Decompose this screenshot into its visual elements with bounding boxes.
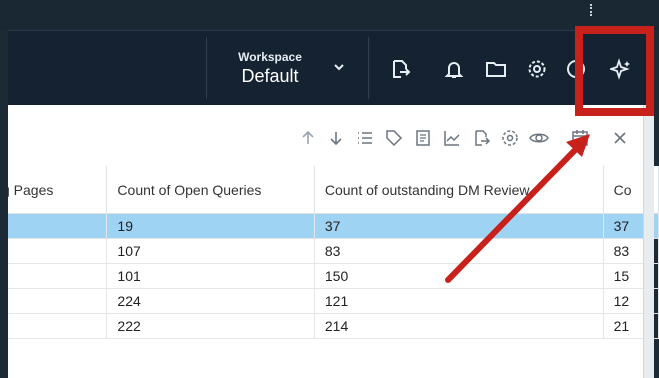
table-row[interactable]: 19 37 37	[8, 213, 659, 239]
tag-icon[interactable]	[384, 128, 404, 148]
table-cell	[8, 313, 108, 339]
close-icon[interactable]	[610, 128, 630, 148]
sort-descending-icon[interactable]	[326, 128, 346, 148]
highlight-box	[575, 26, 654, 116]
list-icon[interactable]	[355, 128, 375, 148]
bell-icon[interactable]	[443, 58, 465, 80]
column-header-outstanding-dm-review[interactable]: Count of outstanding DM Review	[314, 166, 604, 214]
view-icon[interactable]	[529, 128, 549, 148]
table-row[interactable]: 222 214 21	[8, 313, 659, 339]
settings-icon[interactable]	[526, 58, 548, 80]
table-cell	[8, 263, 108, 289]
table-cell	[8, 238, 108, 264]
workspace-value[interactable]: Default	[230, 66, 310, 87]
top-strip	[0, 0, 659, 30]
table-row[interactable]: 107 83 83	[8, 238, 659, 264]
table-row[interactable]: 224 121 12	[8, 288, 659, 314]
workspace-label: Workspace	[238, 50, 302, 64]
table-cell: 224	[106, 288, 315, 314]
table-cell: 37	[314, 213, 604, 239]
data-table: g Pages Count of Open Queries Count of o…	[8, 166, 659, 339]
table-cell: 107	[106, 238, 315, 264]
header-divider	[368, 37, 369, 99]
table-header-row: g Pages Count of Open Queries Count of o…	[8, 166, 659, 214]
folder-icon[interactable]	[485, 58, 507, 80]
sort-ascending-icon[interactable]	[298, 128, 318, 148]
column-header-open-queries[interactable]: Count of Open Queries	[106, 166, 315, 214]
notes-icon[interactable]	[413, 128, 433, 148]
table-cell	[8, 213, 108, 239]
header-divider	[206, 37, 207, 99]
table-cell: 101	[106, 263, 315, 289]
app-header	[8, 30, 653, 105]
vertical-scrollbar[interactable]	[643, 105, 654, 378]
table-cell: 222	[106, 313, 315, 339]
chevron-down-icon[interactable]	[332, 60, 346, 74]
table-cell: 19	[106, 213, 315, 239]
column-header-pages[interactable]: g Pages	[8, 166, 108, 214]
chart-icon[interactable]	[442, 128, 462, 148]
table-cell: 150	[314, 263, 604, 289]
table-row[interactable]: 101 150 15	[8, 263, 659, 289]
table-cell: 121	[314, 288, 604, 314]
table-cell: 214	[314, 313, 604, 339]
table-cell: 83	[314, 238, 604, 264]
calendar-icon[interactable]	[570, 128, 590, 148]
drag-handle-icon	[590, 4, 594, 16]
table-cell	[8, 288, 108, 314]
export-icon[interactable]	[389, 58, 411, 80]
export-icon[interactable]	[471, 128, 491, 148]
settings-icon[interactable]	[500, 128, 520, 148]
